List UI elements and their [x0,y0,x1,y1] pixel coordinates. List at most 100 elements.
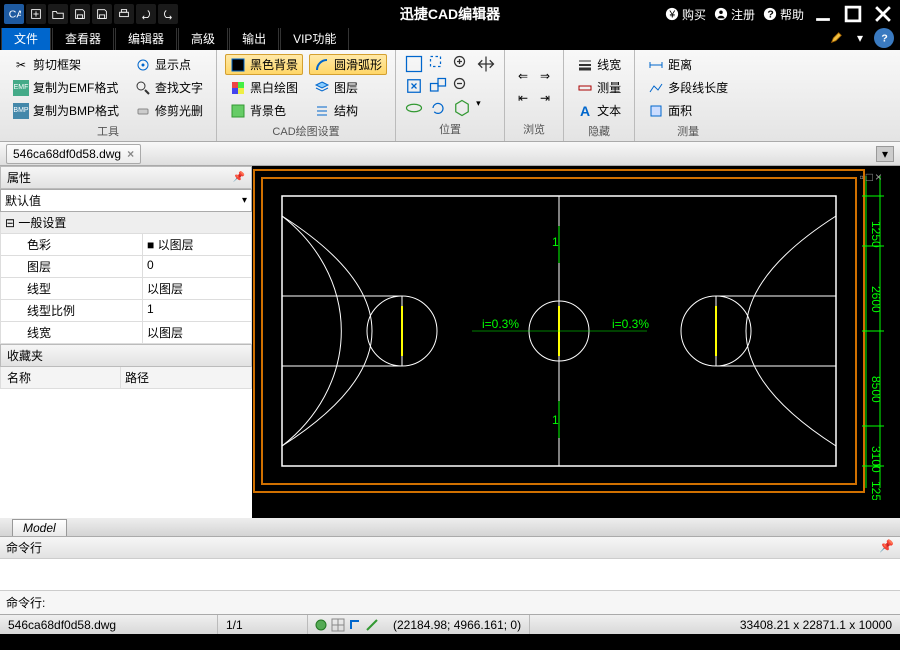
bw-draw-button[interactable]: 黑白绘图 [225,77,303,98]
app-icon: CAD [4,4,24,24]
drawing-canvas[interactable]: 1250 2600 8500 3100 1250 i=0.3% i=0.3% 1… [252,166,900,518]
text-icon: A [577,103,593,119]
buy-button[interactable]: ¥购买 [665,6,706,23]
table-row[interactable]: 线宽以图层 [0,322,252,344]
tab-editor[interactable]: 编辑器 [115,26,177,50]
group-title: 位置 [404,119,496,137]
open-icon[interactable] [48,4,68,24]
area-button[interactable]: 面积 [643,100,733,121]
polyline-len-button[interactable]: 多段线长度 [643,77,733,98]
close-tab-icon[interactable]: × [127,147,134,161]
table-row[interactable]: 线型以图层 [0,278,252,300]
bgcolor-icon [230,103,246,119]
distance-button[interactable]: 距离 [643,54,733,75]
pan-icon[interactable] [476,54,496,74]
view3d-icon[interactable] [452,98,472,118]
zoom-extents-icon[interactable] [404,76,424,96]
pin-icon[interactable]: 📌 [879,539,894,556]
next-icon[interactable]: ⇒ [535,66,555,86]
last-icon[interactable]: ⇥ [535,88,555,108]
group-title: 测量 [643,121,733,139]
print-icon[interactable] [114,4,134,24]
command-header: 命令行📌 [0,537,900,559]
maximize-button[interactable] [842,3,864,25]
canvas-close-icon[interactable]: × [875,170,882,184]
ribbon-group-tools: ✂剪切框架 EMF复制为EMF格式 BMP复制为BMP格式 显示点 查找文字 修… [0,50,217,141]
pencil-icon[interactable] [826,28,846,48]
close-button[interactable] [872,3,894,25]
svg-text:1250: 1250 [869,481,883,500]
status-bar: 546ca68df0d58.dwg 1/1 (22184.98; 4966.16… [0,614,900,634]
canvas-max-icon[interactable]: □ [866,170,873,184]
prev-icon[interactable]: ⇐ [513,66,533,86]
rotate-icon[interactable] [428,98,448,118]
polar-icon[interactable] [365,618,379,632]
table-row[interactable]: 线型比例1 [0,300,252,322]
new-icon[interactable] [26,4,46,24]
redo-icon[interactable] [158,4,178,24]
black-bg-button[interactable]: 黑色背景 [225,54,303,75]
copy-emf-button[interactable]: EMF复制为EMF格式 [8,77,124,98]
dropdown-icon[interactable]: ▾ [850,28,870,48]
command-input[interactable]: 命令行: [0,590,900,614]
svg-text:¥: ¥ [668,9,675,21]
model-tab-bar: Model [0,518,900,536]
table-row[interactable]: 图层0 [0,256,252,278]
ruler-icon [577,80,593,96]
help-small-icon[interactable]: ? [874,28,894,48]
group-title: 浏览 [513,119,555,137]
layer-button[interactable]: 图层 [309,77,387,98]
document-tab[interactable]: 546ca68df0d58.dwg× [6,144,141,164]
zoom-prev-icon[interactable] [428,76,448,96]
text-toggle-button[interactable]: A文本 [572,100,626,121]
emf-icon: EMF [13,80,29,96]
status-size: 33408.21 x 22871.1 x 10000 [732,615,900,634]
first-icon[interactable]: ⇤ [513,88,533,108]
ortho-icon[interactable] [348,618,362,632]
search-icon [135,80,151,96]
tab-viewer[interactable]: 查看器 [52,26,114,50]
group-title: 工具 [8,121,208,139]
table-row[interactable]: 色彩■ 以图层 [0,234,252,256]
tab-advanced[interactable]: 高级 [178,26,228,50]
command-output [0,559,900,590]
copy-bmp-button[interactable]: BMP复制为BMP格式 [8,100,124,121]
measure-toggle-button[interactable]: 测量 [572,77,626,98]
grid-icon[interactable] [331,618,345,632]
find-text-button[interactable]: 查找文字 [130,77,208,98]
tab-file[interactable]: 文件 [1,26,51,50]
struct-button[interactable]: 结构 [309,100,387,121]
titlebar: CAD 迅捷CAD编辑器 ¥购买 注册 ?帮助 [0,0,900,28]
canvas-restore-icon[interactable]: ▫ [859,170,863,184]
save-icon[interactable] [70,4,90,24]
trim-button[interactable]: 修剪光删 [130,100,208,121]
lineweight-button[interactable]: 线宽 [572,54,626,75]
saveas-icon[interactable] [92,4,112,24]
zoom-fit-icon[interactable] [404,54,424,74]
tab-output[interactable]: 输出 [229,26,279,50]
zoom-in-icon[interactable] [452,54,472,74]
zoom-window-icon[interactable] [428,54,448,74]
polyline-icon [648,80,664,96]
clip-frame-button[interactable]: ✂剪切框架 [8,54,124,75]
scissors-icon: ✂ [13,57,29,73]
help-button[interactable]: ?帮助 [763,6,804,23]
favorites-body [0,389,252,518]
default-combo[interactable]: 默认值 [0,189,252,212]
work-area: 属性📌 默认值 ⊟ 一般设置 色彩■ 以图层 图层0 线型以图层 线型比例1 线… [0,166,900,518]
undo-icon[interactable] [136,4,156,24]
tab-vip[interactable]: VIP功能 [280,26,349,50]
zoom-out-icon[interactable] [452,76,472,96]
orbit-icon[interactable] [404,98,424,118]
bg-color-button[interactable]: 背景色 [225,100,303,121]
svg-text:8500: 8500 [869,376,883,403]
register-button[interactable]: 注册 [714,6,755,23]
model-tab[interactable]: Model [12,519,67,536]
smooth-arc-button[interactable]: 圆滑弧形 [309,54,387,75]
minimize-button[interactable] [812,3,834,25]
layer-icon [314,80,330,96]
tab-menu-icon[interactable]: ▾ [876,146,894,162]
snap-icon[interactable] [314,618,328,632]
show-points-button[interactable]: 显示点 [130,54,208,75]
pin-icon[interactable]: 📌 [233,172,245,183]
